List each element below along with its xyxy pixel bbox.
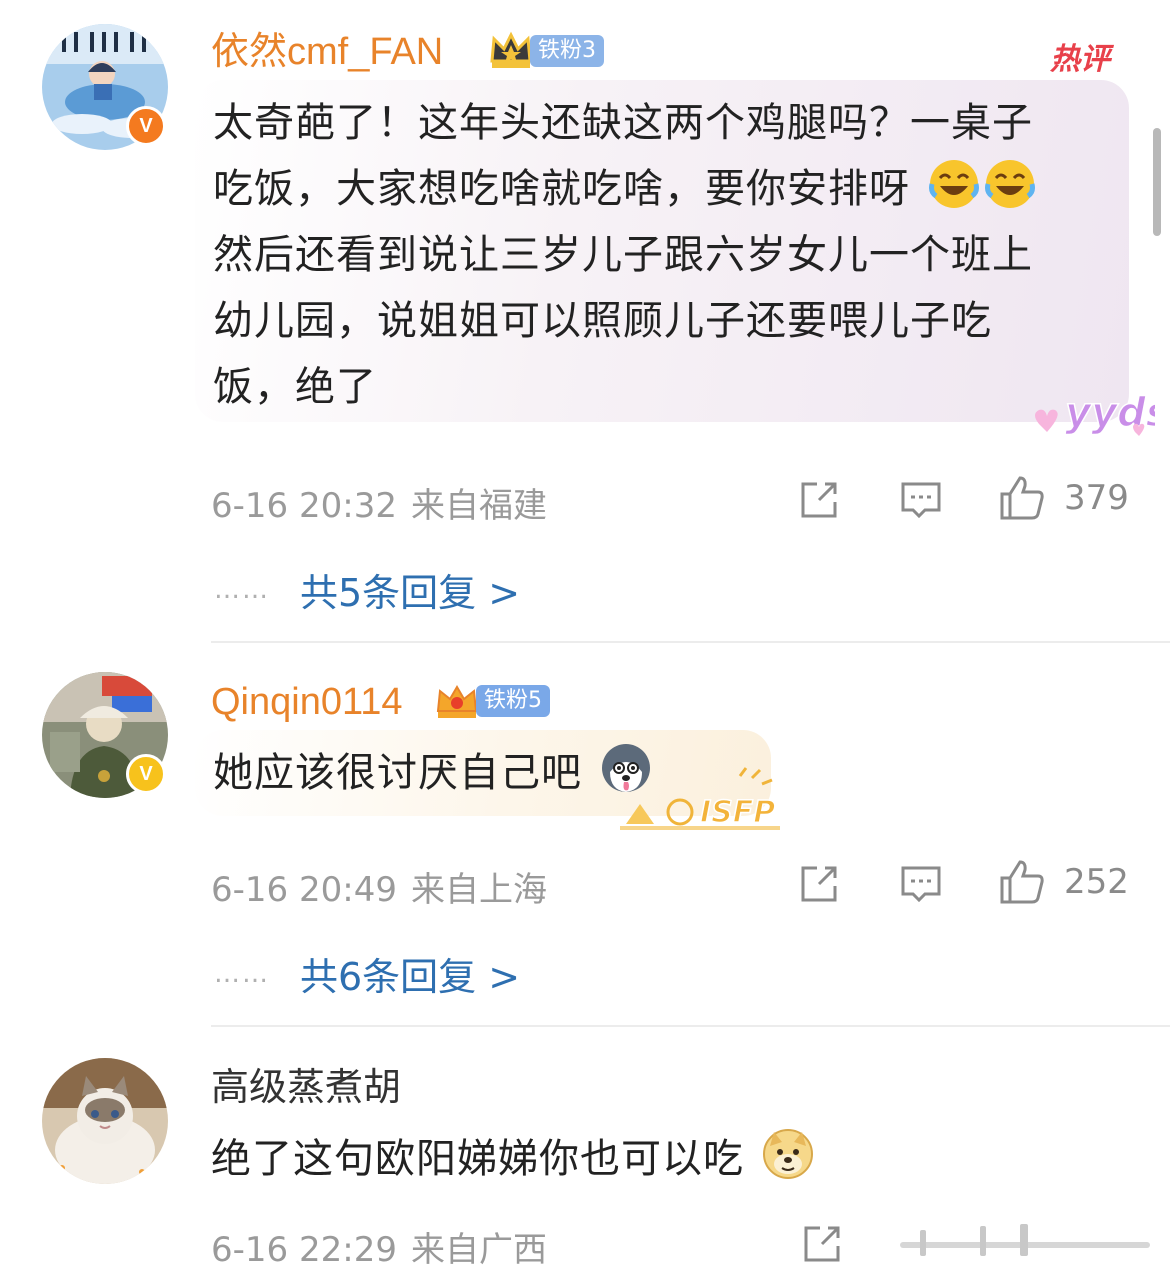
like-count: 379 <box>1064 478 1129 518</box>
like-count: 252 <box>1064 862 1129 902</box>
reply-count-label: 共6条回复 > <box>300 955 521 999</box>
view-replies-link[interactable]: …… 共6条回复 > <box>214 946 520 1001</box>
comment-text-line: 吃饭，大家想吃啥就吃啥，要你安排呀 <box>213 156 1111 222</box>
comment-location: 来自福建 <box>410 486 547 526</box>
divider <box>211 641 1170 643</box>
divider <box>211 1025 1170 1027</box>
username[interactable]: Qinqin0114 <box>211 678 403 726</box>
username[interactable]: 依然cmf_FAN <box>211 28 443 76</box>
fan-badge[interactable]: 铁粉3 <box>488 31 604 68</box>
yyds-sticker-icon: yyds <box>1035 389 1155 437</box>
comment-text-line: 幼儿园，说姐姐可以照顾儿子还要喂儿子吃 <box>213 298 992 344</box>
laughing-crying-emoji-icon <box>984 160 1035 208</box>
comment-text-line: 太奇葩了！这年头还缺这两个鸡腿吗？一桌子 <box>213 100 1033 146</box>
share-icon[interactable] <box>797 862 841 906</box>
like-icon[interactable] <box>998 858 1046 906</box>
view-replies-link[interactable]: …… 共5条回复 > <box>214 562 520 617</box>
reply-dots: …… <box>214 575 270 605</box>
scrollbar[interactable] <box>1153 128 1161 236</box>
hot-comment-label: 热评 <box>1050 42 1110 77</box>
comment-meta: 6-16 20:32 来自福建 <box>211 478 547 527</box>
comment-meta: 6-16 22:29 来自广西 <box>211 1222 547 1271</box>
fan-level-tag: 铁粉5 <box>476 685 550 717</box>
comment-text-line: 然后还看到说让三岁儿子跟六岁女儿一个班上 <box>213 232 1033 278</box>
svg-text:ISFP: ISFP <box>700 795 775 830</box>
comment-date: 6-16 20:49 <box>211 870 397 910</box>
verified-badge-icon: V <box>126 754 166 794</box>
crown-icon <box>490 31 532 68</box>
share-icon[interactable] <box>797 478 841 522</box>
share-icon[interactable] <box>800 1222 844 1266</box>
comment-date: 6-16 20:32 <box>211 486 397 526</box>
comment-icon[interactable] <box>899 478 943 522</box>
username[interactable]: 高级蒸煮胡 <box>211 1064 401 1112</box>
comment-date: 6-16 22:29 <box>211 1230 397 1270</box>
fan-badge[interactable]: 铁粉5 <box>434 684 550 718</box>
home-indicator-bar <box>900 1224 1150 1256</box>
comment-location: 来自广西 <box>410 1230 547 1270</box>
comment-text-line: 饭，绝了 <box>213 364 377 410</box>
like-icon[interactable] <box>998 474 1046 522</box>
isfp-sticker-icon: ISFP <box>620 767 780 831</box>
crown-icon <box>436 685 478 718</box>
avatar[interactable]: V <box>42 672 168 798</box>
doge-emoji-icon <box>762 1129 813 1179</box>
avatar[interactable]: V <box>42 24 168 150</box>
verified-badge-icon: V <box>126 106 166 146</box>
avatar-image-icon <box>42 1058 168 1184</box>
avatar[interactable] <box>42 1058 168 1184</box>
reply-count-label: 共5条回复 > <box>300 571 521 615</box>
comment-location: 来自上海 <box>410 870 547 910</box>
reply-dots: …… <box>214 959 270 989</box>
comment-text: 绝了这句欧阳娣娣你也可以吃 <box>211 1126 814 1192</box>
comment-bubble: 太奇葩了！这年头还缺这两个鸡腿吗？一桌子 吃饭，大家想吃啥就吃啥，要你安排呀 然… <box>195 80 1129 422</box>
comment-icon[interactable] <box>899 862 943 906</box>
comment-meta: 6-16 20:49 来自上海 <box>211 862 547 911</box>
laughing-crying-emoji-icon <box>928 160 979 208</box>
fan-level-tag: 铁粉3 <box>530 35 604 67</box>
